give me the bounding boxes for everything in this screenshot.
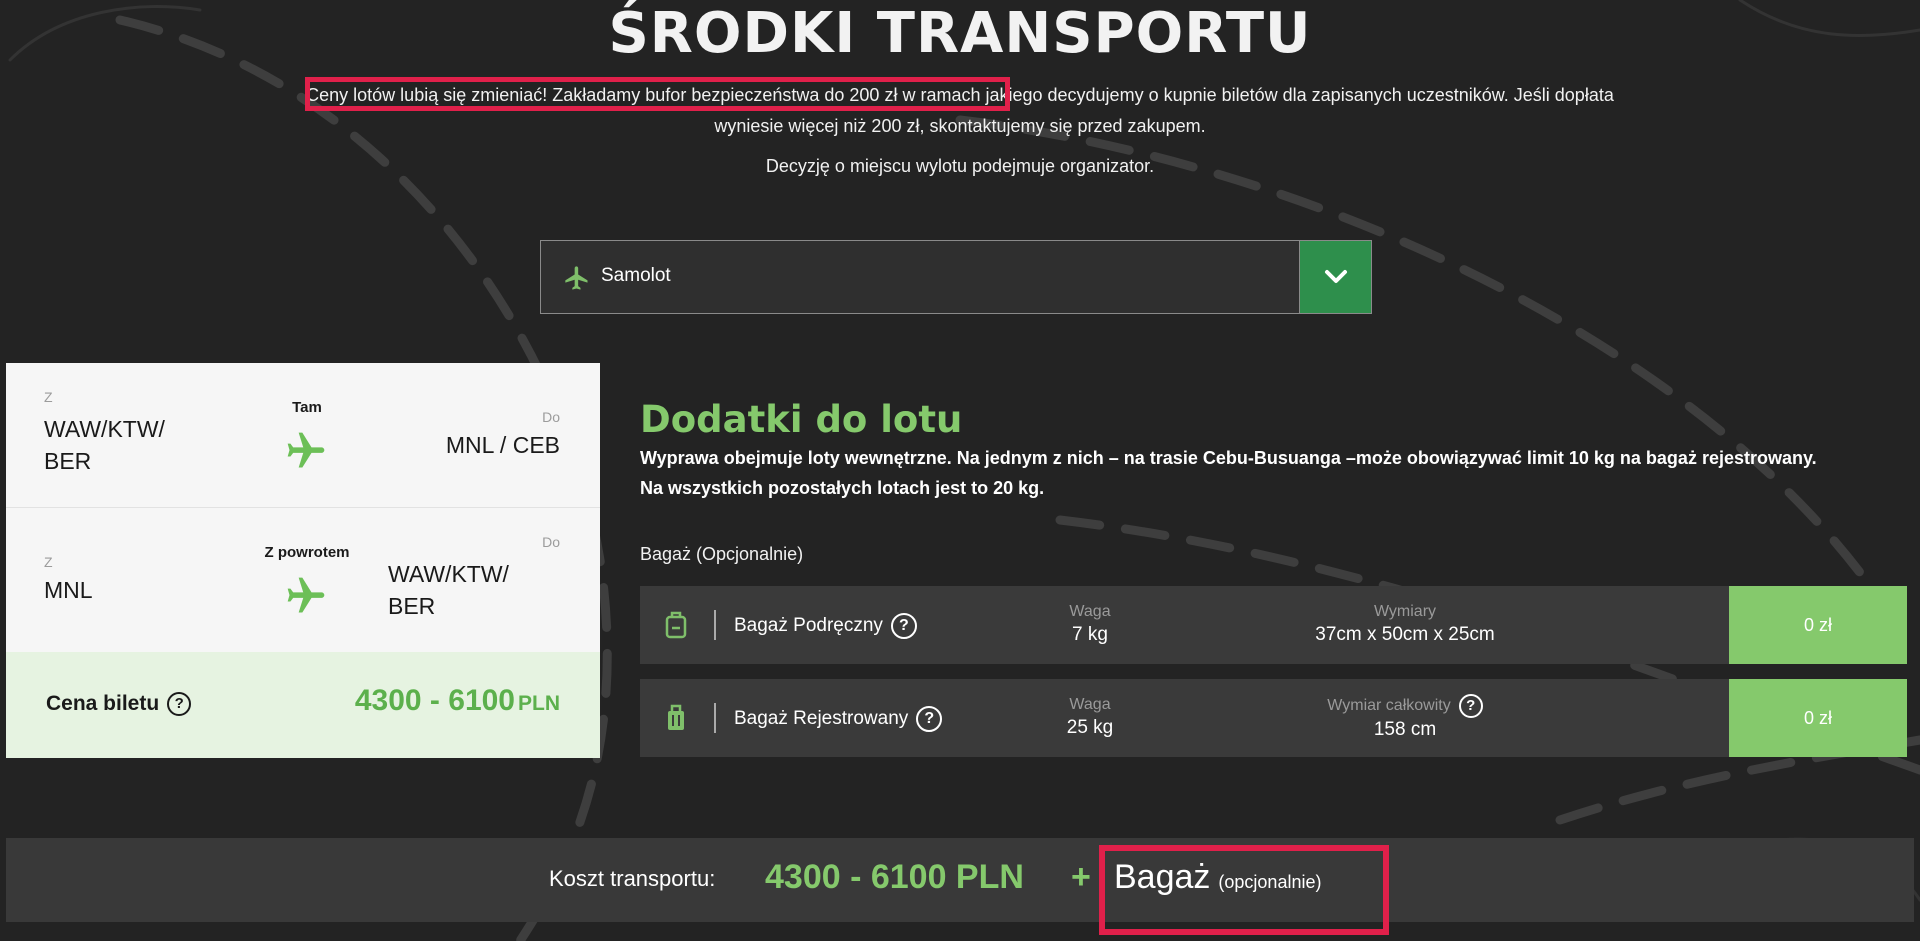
outbound-destination: MNL / CEB	[445, 432, 560, 458]
dimensions-column: Wymiary 37cm x 50cm x 25cm	[1280, 601, 1530, 647]
transport-select[interactable]: Samolot	[540, 240, 1372, 314]
highlight-box-price-buffer	[305, 77, 1010, 111]
weight-column: Waga 7 kg	[1010, 601, 1170, 647]
airplane-icon	[287, 577, 325, 613]
baggage-name-text: Bagaż Rejestrowany	[734, 708, 909, 730]
to-label: Do	[542, 534, 560, 550]
divider	[714, 610, 716, 640]
airplane-icon	[565, 266, 588, 290]
baggage-price-button[interactable]: 0 zł	[1729, 679, 1907, 757]
return-destination: WAW/KTW/ BER	[388, 561, 509, 619]
baggage-name-text: Bagaż Podręczny	[734, 615, 883, 637]
baggage-row-checked[interactable]: Bagaż Rejestrowany? Waga 25 kg Wymiar ca…	[640, 679, 1907, 757]
dimensions-value: 158 cm	[1373, 719, 1437, 740]
weight-value: 7 kg	[1072, 624, 1108, 645]
transport-cost-label: Koszt transportu:	[549, 866, 716, 891]
select-toggle-button[interactable]	[1299, 241, 1371, 313]
carry-on-bag-icon	[665, 611, 687, 639]
help-icon[interactable]: ?	[916, 706, 943, 732]
dimensions-value: 37cm x 50cm x 25cm	[1315, 624, 1495, 645]
dimensions-label: Wymiar całkowity?	[1280, 694, 1530, 718]
airplane-icon	[287, 432, 325, 468]
help-icon[interactable]: ?	[890, 613, 917, 639]
dimensions-column: Wymiar całkowity? 158 cm	[1280, 694, 1530, 742]
ticket-card: Z WAW/KTW/ BER Tam Do MNL / CEB Z MNL Z …	[6, 363, 600, 758]
baggage-name: Bagaż Rejestrowany?	[734, 706, 943, 732]
ticket-price-row: Cena biletu? 4300 - 6100 PLN	[6, 652, 600, 758]
transport-cost-bar: Koszt transportu: 4300 - 6100 PLN + Baga…	[6, 838, 1914, 922]
ticket-price-amount: 4300 - 6100	[354, 684, 515, 717]
return-direction-label: Z powrotem	[264, 544, 350, 561]
help-icon[interactable]: ?	[167, 692, 192, 717]
outbound-direction-label: Tam	[292, 399, 322, 416]
return-flight-row: Z MNL Z powrotem Do WAW/KTW/ BER	[6, 508, 600, 653]
extras-description: Wyprawa obejmuje loty wewnętrzne. Na jed…	[640, 448, 1817, 498]
baggage-price-button[interactable]: 0 zł	[1729, 586, 1907, 664]
plus-sign: +	[1071, 858, 1091, 896]
dimensions-label-text: Wymiar całkowity	[1327, 697, 1451, 715]
outbound-flight-row: Z WAW/KTW/ BER Tam Do MNL / CEB	[6, 363, 600, 508]
to-label: Do	[542, 409, 560, 425]
chevron-down-icon	[1325, 270, 1347, 283]
help-icon[interactable]: ?	[1458, 694, 1483, 718]
ticket-price-unit: PLN	[518, 692, 560, 715]
baggage-heading: Bagaż (Opcjonalnie)	[640, 544, 804, 564]
ticket-price-label: Cena biletu?	[46, 692, 192, 717]
extras-title: Dodatki do lotu	[640, 398, 963, 441]
transport-cost-value: 4300 - 6100 PLN	[765, 858, 1024, 896]
ticket-price-value: 4300 - 6100 PLN	[355, 684, 560, 718]
return-origin: MNL	[44, 577, 93, 603]
divider	[714, 703, 716, 733]
ticket-price-label-text: Cena biletu	[46, 692, 160, 715]
weight-label: Waga	[1069, 696, 1111, 713]
checked-luggage-icon	[668, 704, 684, 730]
weight-column: Waga 25 kg	[1010, 694, 1170, 740]
dimensions-label: Wymiary	[1373, 603, 1437, 620]
transport-select-value: Samolot	[601, 265, 671, 286]
from-label: Z	[44, 389, 53, 405]
weight-value: 25 kg	[1066, 717, 1114, 738]
organizer-note: Decyzję o miejscu wylotu podejmuje organ…	[765, 156, 1155, 176]
page-title: ŚRODKI TRANSPORTU	[608, 1, 1312, 66]
from-label: Z	[44, 554, 53, 570]
outbound-origin: WAW/KTW/ BER	[44, 416, 165, 474]
highlight-box-baggage	[1099, 845, 1389, 935]
weight-label: Waga	[1069, 603, 1111, 620]
baggage-row-carry-on[interactable]: Bagaż Podręczny? Waga 7 kg Wymiary 37cm …	[640, 586, 1907, 664]
baggage-name: Bagaż Podręczny?	[734, 613, 917, 639]
